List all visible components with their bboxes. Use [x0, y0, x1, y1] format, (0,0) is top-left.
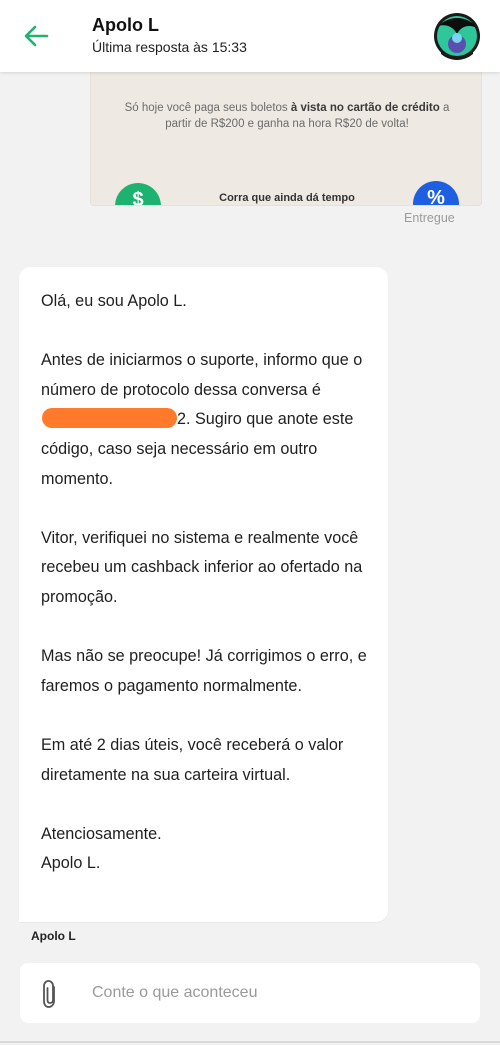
avatar-image	[434, 13, 480, 60]
last-reply-time: Última resposta às 15:33	[92, 39, 247, 55]
agent-avatar[interactable]	[433, 12, 481, 60]
message-composer	[20, 963, 480, 1023]
sender-label: Apolo L	[31, 929, 76, 943]
message-paragraph-4: Mas não se preocupe! Já corrigimos o err…	[41, 647, 367, 695]
redacted-protocol-number	[42, 408, 177, 429]
agent-message-bubble: Olá, eu sou Apolo L. Antes de iniciarmos…	[19, 267, 388, 922]
message-signoff: Atenciosamente. Apolo L.	[41, 824, 162, 873]
percent-icon: %	[413, 181, 459, 205]
promo-text: Só hoje você paga seus boletos à vista n…	[124, 102, 450, 130]
promo-banner[interactable]: Só hoje você paga seus boletos à vista n…	[90, 66, 482, 206]
back-button[interactable]	[20, 20, 52, 52]
arrow-left-icon	[24, 25, 49, 47]
chat-header: Apolo L Última resposta às 15:33	[0, 0, 500, 72]
bottom-divider	[0, 1041, 500, 1043]
delivery-status: Entregue	[404, 211, 455, 225]
message-input[interactable]	[90, 973, 460, 1013]
message-greeting: Olá, eu sou Apolo L.	[41, 292, 187, 310]
message-protocol: Antes de iniciarmos o suporte, informo q…	[41, 351, 363, 488]
attach-button[interactable]	[38, 979, 62, 1009]
message-paragraph-5: Em até 2 dias úteis, você receberá o val…	[41, 735, 344, 784]
paperclip-icon	[43, 980, 55, 1008]
agent-name: Apolo L	[92, 15, 159, 35]
message-paragraph-3: Vitor, verifiquei no sistema e realmente…	[41, 528, 363, 606]
